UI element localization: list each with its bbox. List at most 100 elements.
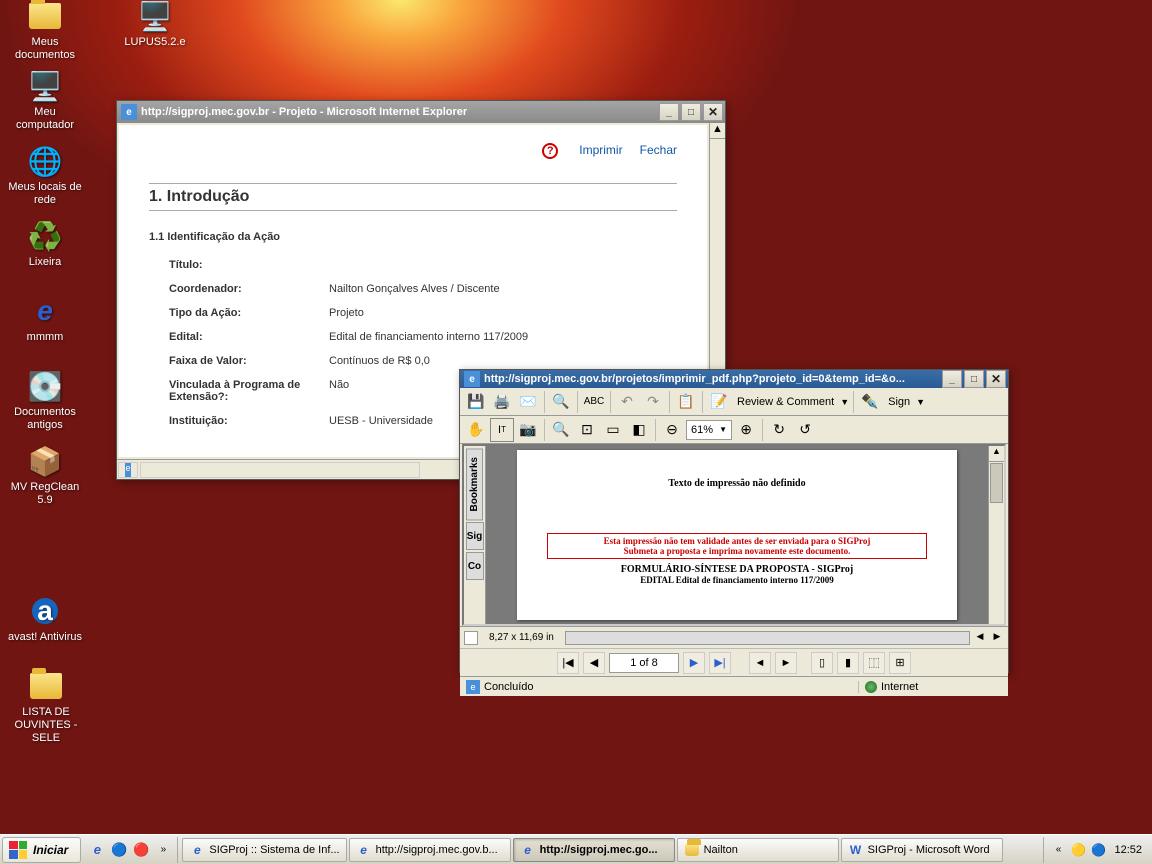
- desktop-icon-old-docs[interactable]: 💽 Documentos antigos: [0, 370, 90, 432]
- forward-button[interactable]: ►: [775, 652, 797, 674]
- desktop-icon-lista[interactable]: LISTA DE OUVINTES - SELE: [0, 670, 92, 746]
- comments-tab[interactable]: Co: [466, 552, 484, 580]
- desktop-icon-lupus[interactable]: 🖥️ LUPUS5.2.e: [115, 0, 195, 49]
- minimize-button[interactable]: _: [659, 103, 679, 121]
- ie-icon: e: [464, 371, 480, 387]
- media-player-icon[interactable]: 🔵: [109, 840, 129, 860]
- task-button-word[interactable]: WSIGProj - Microsoft Word: [841, 838, 1003, 862]
- drive-icon: 💽: [29, 370, 61, 402]
- subsection-heading: 1.1 Identificação da Ação: [149, 231, 677, 243]
- maximize-button[interactable]: □: [964, 370, 984, 388]
- sign-icon[interactable]: ✒️: [858, 390, 882, 414]
- status-text: Concluído: [484, 681, 534, 693]
- chevron-left-icon[interactable]: [464, 631, 478, 645]
- clock[interactable]: 12:52: [1110, 844, 1146, 856]
- titlebar[interactable]: e http://sigproj.mec.gov.br - Projeto - …: [117, 101, 725, 123]
- chevron-expand-icon[interactable]: »: [153, 840, 173, 860]
- save-icon[interactable]: 💾: [464, 390, 488, 414]
- page-input[interactable]: [609, 653, 679, 673]
- page-viewport[interactable]: Texto de impressão não definido Esta imp…: [486, 446, 988, 624]
- window-pdf-reader[interactable]: e http://sigproj.mec.gov.br/projetos/imp…: [459, 369, 1009, 673]
- email-icon[interactable]: ✉️: [516, 390, 540, 414]
- task-button-sigproj[interactable]: eSIGProj :: Sistema de Inf...: [182, 838, 346, 862]
- zoom-combo[interactable]: 61% ▼: [686, 420, 732, 440]
- close-button[interactable]: ✕: [703, 103, 723, 121]
- last-page-button[interactable]: ▶|: [709, 652, 731, 674]
- show-desktop-icon[interactable]: 🔴: [131, 840, 151, 860]
- prev-page-button[interactable]: ◀: [583, 652, 605, 674]
- print-link[interactable]: Imprimir: [579, 143, 622, 157]
- field-key: Faixa de Valor:: [169, 355, 329, 367]
- close-link[interactable]: Fechar: [640, 143, 677, 157]
- zoom-in-icon[interactable]: 🔍: [549, 418, 573, 442]
- first-page-button[interactable]: |◀: [557, 652, 579, 674]
- document-area: Bookmarks Sig Co Texto de impressão não …: [462, 444, 1006, 626]
- sign-label[interactable]: Sign: [884, 396, 914, 408]
- form-subtitle: EDITAL Edital de financiamento interno 1…: [547, 575, 927, 585]
- start-button[interactable]: Iniciar: [2, 837, 81, 863]
- horizontal-scrollbar[interactable]: [565, 631, 970, 645]
- maximize-button[interactable]: □: [681, 103, 701, 121]
- text-select-icon[interactable]: IT: [490, 418, 514, 442]
- pdf-page: Texto de impressão não definido Esta imp…: [517, 450, 957, 620]
- copy-icon[interactable]: 📋: [674, 390, 698, 414]
- rotate-cw-icon[interactable]: ↻: [767, 418, 791, 442]
- desktop-icon-ie[interactable]: e mmmm: [5, 295, 85, 344]
- facing-icon[interactable]: ⿰: [863, 652, 885, 674]
- redo-icon[interactable]: ↷: [641, 390, 665, 414]
- actual-size-icon[interactable]: ◧: [627, 418, 651, 442]
- desktop-icon-my-documents[interactable]: Meus documentos: [5, 0, 85, 62]
- warning-line: Submeta a proposta e imprima novamente e…: [554, 546, 920, 556]
- desktop-icon-my-computer[interactable]: 🖥️ Meu computador: [5, 70, 85, 132]
- chevron-expand-icon[interactable]: «: [1050, 842, 1066, 858]
- field-value: Projeto: [329, 307, 677, 319]
- bookmarks-tab[interactable]: Bookmarks: [466, 448, 483, 520]
- continuous-icon[interactable]: ▮: [837, 652, 859, 674]
- network-icon: 🌐: [29, 145, 61, 177]
- hand-tool-icon[interactable]: ✋: [464, 418, 488, 442]
- desktop-icon-regclean[interactable]: 📦 MV RegClean 5.9: [5, 445, 85, 507]
- desktop-icon-network[interactable]: 🌐 Meus locais de rede: [5, 145, 85, 207]
- field-key: Título:: [169, 259, 329, 271]
- task-button-sigproj2[interactable]: ehttp://sigproj.mec.gov.b...: [349, 838, 511, 862]
- print-icon[interactable]: 🖨️: [490, 390, 514, 414]
- start-label: Iniciar: [33, 843, 68, 857]
- page-dimensions: 8,27 x 11,69 in: [481, 632, 562, 643]
- minimize-button[interactable]: _: [942, 370, 962, 388]
- zoom-in-icon[interactable]: ⊕: [734, 418, 758, 442]
- section-heading: 1. Introdução: [149, 183, 677, 211]
- note-icon[interactable]: 📝: [707, 390, 731, 414]
- field-value: Contínuos de R$ 0,0: [329, 355, 677, 367]
- windows-flag-icon: [9, 841, 27, 859]
- signatures-tab[interactable]: Sig: [466, 522, 484, 550]
- field-key: Edital:: [169, 331, 329, 343]
- fit-page-icon[interactable]: ▭: [601, 418, 625, 442]
- single-page-icon[interactable]: ▯: [811, 652, 833, 674]
- task-button-pdf[interactable]: ehttp://sigproj.mec.go...: [513, 838, 675, 862]
- scrollbar[interactable]: ▲: [988, 446, 1004, 624]
- spellcheck-icon[interactable]: ABC: [582, 390, 606, 414]
- taskbar: Iniciar e 🔵 🔴 » eSIGProj :: Sistema de I…: [0, 834, 1152, 864]
- tray-icon[interactable]: 🟡: [1070, 842, 1086, 858]
- help-icon: ?: [542, 143, 558, 159]
- zoom-out-icon[interactable]: ⊖: [660, 418, 684, 442]
- status-bar: e Concluído Internet: [460, 676, 1008, 696]
- desktop-icon-avast[interactable]: a avast! Antivirus: [5, 595, 85, 644]
- continuous-facing-icon[interactable]: ⊞: [889, 652, 911, 674]
- search-icon[interactable]: 🔍: [549, 390, 573, 414]
- task-button-nailton[interactable]: Nailton: [677, 838, 839, 862]
- rotate-ccw-icon[interactable]: ↺: [793, 418, 817, 442]
- back-button[interactable]: ◄: [749, 652, 771, 674]
- zoom-rect-icon[interactable]: ⊡: [575, 418, 599, 442]
- titlebar[interactable]: e http://sigproj.mec.gov.br/projetos/imp…: [460, 370, 1008, 388]
- tray-icon[interactable]: 🔵: [1090, 842, 1106, 858]
- close-button[interactable]: ✕: [986, 370, 1006, 388]
- undo-icon[interactable]: ↶: [615, 390, 639, 414]
- ie-icon[interactable]: e: [87, 840, 107, 860]
- next-page-button[interactable]: ▶: [683, 652, 705, 674]
- review-label[interactable]: Review & Comment: [733, 396, 838, 408]
- snapshot-icon[interactable]: 📷: [516, 418, 540, 442]
- field-value: Edital de financiamento interno 117/2009: [329, 331, 677, 343]
- desktop-icon-recycle-bin[interactable]: ♻️ Lixeira: [5, 220, 85, 269]
- field-value: [329, 259, 677, 271]
